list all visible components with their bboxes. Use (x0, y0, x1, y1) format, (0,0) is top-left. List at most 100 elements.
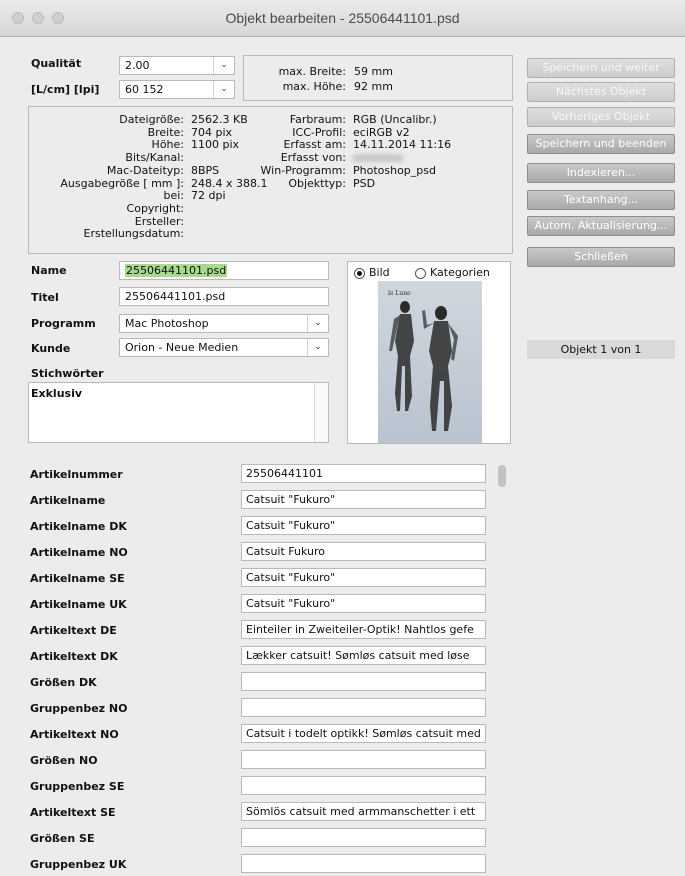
field-label: Größen NO (30, 754, 98, 767)
stichwoerter-label: Stichwörter (31, 367, 104, 380)
field-input[interactable] (241, 750, 486, 769)
text-attachment-button[interactable]: Textanhang... (527, 190, 675, 210)
title-bar: Objekt bearbeiten - 25506441101.psd (0, 0, 685, 37)
field-label: Artikelnummer (30, 468, 123, 481)
field-input[interactable] (241, 828, 486, 847)
info-label: Dateigröße: (119, 113, 184, 126)
info-label: Erstellungsdatum: (83, 227, 184, 241)
field-label: Gruppenbez NO (30, 702, 128, 715)
field-label: Artikelname UK (30, 598, 127, 611)
field-input[interactable] (241, 776, 486, 795)
field-input[interactable]: Sömlös catsuit med armmanschetter i ett (241, 802, 486, 821)
programm-select[interactable]: Mac Photoshop ⌄ (119, 314, 329, 333)
next-object-button[interactable]: Nächstes Objekt (527, 82, 675, 102)
save-and-close-button[interactable]: Speichern und beenden (527, 134, 675, 154)
titel-field[interactable]: 25506441101.psd (119, 287, 329, 306)
field-label: Artikelname (30, 494, 106, 507)
kunde-value: Orion - Neue Medien (125, 341, 239, 354)
field-input[interactable]: 25506441101 (241, 464, 486, 483)
info-value: 2562.3 KB (191, 113, 248, 126)
info-label: Win-Programm: (260, 163, 346, 177)
info-label: Bits/Kanal: (125, 151, 184, 165)
info-label: Mac-Dateityp: (106, 163, 184, 177)
field-label: Artikeltext NO (30, 728, 119, 741)
info-label: Ausgabegröße [ mm ]: (60, 176, 184, 190)
info-label: Erfasst von: (280, 151, 346, 165)
qualitaet-select[interactable]: 2.00 ⌄ (119, 56, 235, 75)
stichwoerter-value: Exklusiv (31, 387, 83, 400)
kategorien-radio-label: Kategorien (430, 266, 490, 279)
product-photo-figures: le Lune (388, 290, 458, 431)
field-input[interactable] (241, 672, 486, 691)
field-input[interactable]: Catsuit Fukuro (241, 542, 486, 561)
info-value: 8BPS (191, 163, 220, 177)
field-label: Artikelname DK (30, 520, 127, 533)
titel-label: Titel (31, 291, 59, 304)
preview-panel: Bild Kategorien le Lune (347, 261, 511, 444)
info-value: 248.4 x 388.1 (191, 176, 268, 190)
field-input[interactable]: Lækker catsuit! Sømløs catsuit med løse (241, 646, 486, 665)
field-label: Artikelname SE (30, 572, 125, 585)
qualitaet-label: Qualität (31, 57, 82, 70)
bild-radio[interactable] (354, 268, 365, 279)
info-label: Breite: (147, 125, 184, 139)
field-label: Artikeltext DE (30, 624, 117, 637)
info-label: Farbraum: (289, 113, 346, 126)
brand-logo-mark: le Lune (388, 290, 411, 297)
max-size-box: max. Breite: 59 mm max. Höhe: 92 mm (243, 55, 513, 101)
field-label: Artikeltext DK (30, 650, 118, 663)
kunde-select[interactable]: Orion - Neue Medien ⌄ (119, 338, 329, 357)
max-breite-value: 59 mm (354, 65, 393, 78)
kategorien-radio[interactable] (415, 268, 426, 279)
info-label: ICC-Profil: (292, 125, 346, 139)
file-info-panel: Dateigröße: 2562.3 KB Breite: 704 pix Höhe: 1… (28, 106, 513, 254)
info-value: 704 pix (191, 125, 233, 139)
field-input[interactable] (241, 698, 486, 717)
lcm-select[interactable]: 60 152 ⌄ (119, 80, 235, 99)
field-label: Artikeltext SE (30, 806, 116, 819)
window-title: Objekt bearbeiten - 25506441101.psd (225, 10, 460, 26)
info-value: Photoshop_psd (353, 163, 436, 177)
field-input[interactable]: Einteiler in Zweiteiler-Optik! Nahtlos g… (241, 620, 486, 639)
field-input[interactable]: Catsuit "Fukuro" (241, 490, 486, 509)
field-input[interactable]: Catsuit i todelt optikk! Sømløs catsuit … (241, 724, 486, 743)
close-button[interactable]: Schließen (527, 247, 675, 267)
lcm-label: [L/cm] [lpi] (31, 83, 100, 96)
save-and-next-button[interactable]: Speichern und weiter (527, 58, 675, 78)
info-label: Höhe: (151, 138, 184, 152)
auto-update-button[interactable]: Autom. Aktualisierung... (527, 216, 675, 236)
info-label: Erfasst am: (283, 138, 346, 152)
bild-radio-label: Bild (369, 266, 390, 279)
stichwoerter-scrollbar[interactable] (314, 383, 328, 442)
stichwoerter-textarea[interactable]: Exklusiv (28, 382, 329, 443)
info-label: Ersteller: (134, 214, 184, 228)
field-label: Größen SE (30, 832, 95, 845)
info-value: 14.11.2014 11:16 (353, 138, 452, 152)
lcm-value: 60 152 (125, 83, 164, 96)
index-button[interactable]: Indexieren... (527, 163, 675, 183)
product-image: le Lune (378, 281, 482, 443)
field-input[interactable] (241, 854, 486, 873)
programm-label: Programm (31, 317, 96, 330)
name-value: 25506441101.psd (125, 264, 228, 277)
programm-value: Mac Photoshop (125, 317, 209, 330)
info-value: eciRGB v2 (353, 125, 410, 139)
info-label: Objekttyp: (288, 176, 346, 190)
previous-object-button[interactable]: Vorheriges Objekt (527, 107, 675, 127)
max-hoehe-label: max. Höhe: (282, 80, 346, 93)
field-input[interactable]: Catsuit "Fukuro" (241, 594, 486, 613)
info-value: 72 dpi (191, 189, 226, 203)
info-value: PSD (353, 176, 376, 190)
qualitaet-value: 2.00 (125, 59, 150, 72)
fields-scroll-thumb[interactable] (498, 465, 506, 487)
info-label: bei: (163, 189, 184, 203)
info-value: RGB (Uncalibr.) (353, 113, 437, 126)
field-input[interactable]: Catsuit "Fukuro" (241, 568, 486, 587)
fields-scrollbar[interactable] (496, 460, 508, 876)
name-field[interactable]: 25506441101.psd (119, 261, 329, 280)
max-hoehe-value: 92 mm (354, 80, 393, 93)
field-label: Größen DK (30, 676, 97, 689)
redacted-value (353, 154, 403, 163)
field-label: Gruppenbez SE (30, 780, 125, 793)
field-input[interactable]: Catsuit "Fukuro" (241, 516, 486, 535)
